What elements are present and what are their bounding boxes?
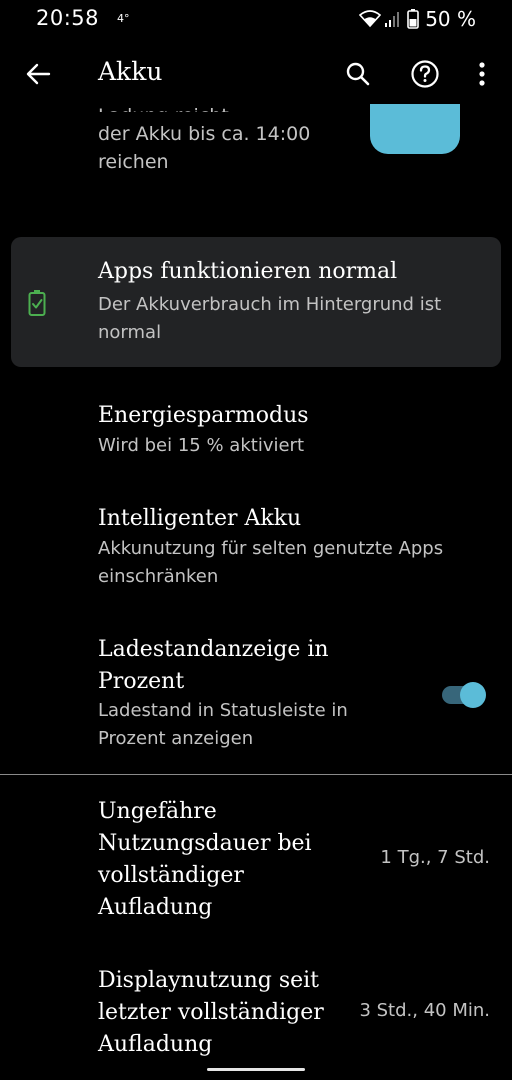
signal-icon — [385, 11, 400, 27]
battery-estimate-line: reichen — [98, 151, 169, 173]
back-arrow-icon — [24, 60, 52, 92]
toggle-thumb — [460, 682, 486, 708]
usage-title: Ungefähre Nutzungsdauer bei vollständige… — [98, 799, 312, 920]
battery-percent: 50 % — [425, 7, 476, 31]
back-button[interactable] — [20, 58, 56, 94]
item-title: Intelligenter Akku — [98, 506, 302, 531]
more-vert-icon — [478, 61, 486, 91]
status-temperature: 4° — [117, 12, 130, 25]
battery-estimate-line: der Akku bis ca. 14:00 — [98, 123, 311, 145]
battery-status-card[interactable]: Apps funktionieren normal Der Akkuverbra… — [11, 237, 501, 367]
usage-title: Displaynutzung seit letzter vollständige… — [98, 968, 324, 1057]
usage-value: 3 Std., 40 Min. — [359, 1000, 490, 1021]
status-time: 20:58 — [36, 6, 100, 30]
battery-percentage-toggle[interactable] — [440, 682, 488, 708]
battery-check-icon — [28, 289, 46, 321]
search-icon — [345, 61, 371, 91]
battery-icon — [407, 9, 419, 29]
card-subtitle: Der Akkuverbrauch im Hintergrund ist nor… — [98, 294, 442, 343]
item-subtitle: Wird bei 15 % aktiviert — [98, 435, 305, 456]
section-divider — [0, 774, 512, 775]
item-title: Ladestandanzeige in Prozent — [98, 637, 329, 694]
status-icons: 50 % — [359, 6, 476, 32]
usage-value: 1 Tg., 7 Std. — [380, 847, 490, 868]
page-title: Akku — [98, 57, 163, 86]
battery-level-graphic — [370, 104, 460, 154]
help-icon — [410, 59, 440, 93]
battery-estimate-cut-line: Ladung reicht voraussichtlich — [98, 102, 348, 112]
item-subtitle: Ladestand in Statusleiste in Prozent anz… — [98, 700, 348, 749]
home-indicator[interactable] — [207, 1068, 305, 1071]
item-title: Energiesparmodus — [98, 403, 309, 428]
status-bar: 20:58 4° 50 % — [0, 0, 512, 40]
card-title: Apps funktionieren normal — [98, 259, 398, 284]
battery-estimate-text: Ladung reicht voraussichtlich der Akku b… — [98, 105, 348, 176]
wifi-icon — [359, 10, 382, 28]
search-button[interactable] — [340, 58, 376, 94]
more-options-button[interactable] — [464, 58, 500, 94]
app-bar: Akku — [0, 48, 512, 104]
item-subtitle: Akkunutzung für selten genutzte Apps ein… — [98, 538, 444, 587]
help-button[interactable] — [407, 58, 443, 94]
